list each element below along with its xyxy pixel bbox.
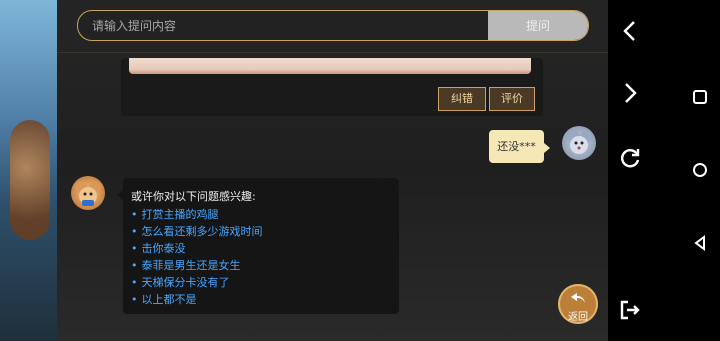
suggestion-link[interactable]: 以上都不是 bbox=[131, 291, 197, 307]
game-background bbox=[0, 0, 60, 341]
user-message-bubble: 还没*** bbox=[489, 130, 550, 163]
system-navigation-bar bbox=[608, 0, 720, 341]
return-arrow-icon bbox=[571, 293, 585, 303]
square-icon[interactable] bbox=[692, 89, 708, 105]
suggestion-title: 或许你对以下问题感兴趣: bbox=[131, 190, 256, 203]
answer-card: 纠错 评价 bbox=[121, 58, 543, 116]
back-icon[interactable] bbox=[622, 20, 638, 42]
forward-icon[interactable] bbox=[622, 82, 638, 104]
mouse-avatar-icon bbox=[568, 131, 592, 154]
suggestion-link[interactable]: 打赏主播的鸡腿 bbox=[131, 206, 219, 222]
rate-button[interactable]: 评价 bbox=[489, 87, 535, 111]
circle-icon[interactable] bbox=[692, 162, 708, 178]
suggestion-link[interactable]: 击你泰没 bbox=[131, 240, 186, 256]
assistant-message-bubble: 或许你对以下问题感兴趣: 打赏主播的鸡腿 怎么看还剩多少游戏时间 击你泰没 泰菲… bbox=[117, 178, 399, 314]
assistant-avatar bbox=[71, 176, 105, 210]
refresh-icon[interactable] bbox=[618, 146, 642, 170]
return-button[interactable]: 返回 bbox=[558, 284, 598, 324]
top-bar: 提问 bbox=[57, 0, 608, 53]
return-label: 返回 bbox=[568, 312, 588, 323]
suggestion-link[interactable]: 天梯保分卡没有了 bbox=[131, 274, 230, 290]
triangle-icon[interactable] bbox=[692, 235, 708, 251]
suggestion-link[interactable]: 泰菲是男生还是女生 bbox=[131, 257, 241, 273]
chat-panel: 提问 纠错 评价 还没*** 或许你对以下问题感兴趣: 打赏主 bbox=[57, 0, 608, 341]
question-input[interactable] bbox=[78, 11, 488, 40]
mouse-avatar-icon bbox=[75, 181, 101, 206]
user-message-text: 还没*** bbox=[497, 140, 536, 153]
answer-content-preview bbox=[129, 58, 531, 74]
user-avatar bbox=[562, 126, 596, 160]
suggestion-link[interactable]: 怎么看还剩多少游戏时间 bbox=[131, 223, 263, 239]
correct-button[interactable]: 纠错 bbox=[438, 87, 486, 111]
search-box: 提问 bbox=[77, 10, 589, 41]
ask-button[interactable]: 提问 bbox=[488, 11, 588, 40]
exit-icon[interactable] bbox=[618, 298, 642, 322]
